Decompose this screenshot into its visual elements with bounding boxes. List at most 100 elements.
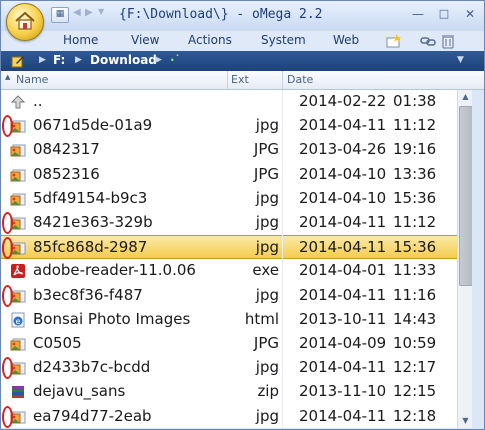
annotation-mark	[2, 406, 13, 428]
app-menu-button[interactable]	[6, 3, 44, 41]
file-name: 5df49154-b9c3	[33, 189, 148, 207]
scroll-up-icon[interactable]: ▲	[458, 90, 473, 104]
image-file-icon	[10, 144, 26, 157]
file-ext: html	[244, 310, 279, 328]
column-header: ▲ Name Ext Date	[1, 71, 484, 90]
column-date[interactable]: Date	[287, 73, 313, 86]
file-date: 2014-04-11	[299, 286, 387, 304]
file-date: 2014-04-11	[299, 407, 387, 425]
file-ext: jpg	[255, 189, 279, 207]
file-name: 85fc868d-2987	[33, 238, 148, 256]
column-name[interactable]: Name	[16, 73, 48, 86]
file-name: Bonsai Photo Images	[33, 310, 191, 328]
address-dropdown-icon[interactable]: ▼	[457, 55, 464, 65]
file-row[interactable]: adobe-reader-11.0.06 exe 2014-04-01 11:33	[1, 259, 457, 283]
file-date: 2014-04-10	[299, 189, 387, 207]
image-file-icon	[10, 338, 26, 351]
file-row[interactable]: 8421e363-329b jpg 2014-04-11 11:12	[1, 211, 457, 235]
file-row[interactable]: 0842317 JPG 2013-04-26 19:16	[1, 138, 457, 162]
file-row[interactable]: .. 2014-02-22 01:38	[1, 90, 457, 114]
file-row[interactable]: b3ec8f36-f487 jpg 2014-04-11 11:16	[1, 284, 457, 308]
grid-icon[interactable]: ▦	[51, 7, 69, 23]
column-ext[interactable]: Ext	[231, 73, 249, 86]
quick-access-dropdown-icon[interactable]: ▼	[98, 7, 104, 16]
file-date: 2014-04-09	[299, 334, 387, 352]
file-ext: JPG	[253, 334, 279, 352]
breadcrumb-arrow-icon[interactable]: ▶	[39, 55, 46, 65]
archive-file-icon	[12, 386, 24, 398]
side-panel	[472, 90, 484, 428]
file-ext: JPG	[253, 165, 279, 183]
close-button[interactable]: ✕	[462, 8, 478, 22]
minimize-button[interactable]: —	[410, 8, 426, 22]
file-date: 2013-10-11	[299, 310, 387, 328]
sort-indicator-icon: ▲	[5, 73, 11, 81]
file-name: 0671d5de-01a9	[33, 116, 153, 134]
file-date: 2014-04-01	[299, 261, 387, 279]
file-time: 14:43	[393, 310, 437, 328]
link-icon[interactable]	[419, 32, 437, 50]
menu-actions[interactable]: Actions	[188, 33, 232, 47]
window-title: {F:\Download\} - oMega 2.2	[119, 7, 323, 22]
file-date: 2014-02-22	[299, 92, 387, 110]
file-name: C0505	[33, 334, 82, 352]
annotation-mark	[2, 212, 13, 234]
address-bar: ▶ F: ▶ Download ▶ ·˙ ▼	[1, 51, 484, 71]
file-time: 12:15	[393, 382, 437, 400]
maximize-button[interactable]: □	[436, 8, 452, 22]
file-row[interactable]: ea794d77-2eab jpg 2014-04-11 12:18	[1, 405, 457, 428]
file-ext: exe	[252, 261, 279, 279]
annotation-mark	[2, 357, 13, 379]
app-window: ▦ ◀ ▶ ▼ {F:\Download\} - oMega 2.2 — □ ✕…	[0, 0, 485, 430]
file-list: .. 2014-02-22 01:38 0671d5de-01a9 jpg 2014-04…	[1, 90, 457, 428]
menu-web[interactable]: Web	[333, 33, 359, 47]
file-row[interactable]: 85fc868d-2987 jpg 2014-04-11 15:36	[1, 235, 457, 259]
file-name: 0842317	[33, 140, 100, 158]
annotation-mark	[2, 285, 13, 307]
new-window-icon[interactable]	[385, 32, 403, 50]
file-time: 11:12	[393, 116, 437, 134]
file-ext: JPG	[253, 140, 279, 158]
file-name: adobe-reader-11.0.06	[33, 261, 196, 279]
file-time: 13:36	[393, 165, 437, 183]
file-time: 12:17	[393, 358, 437, 376]
file-name: ..	[33, 92, 43, 110]
html-file-icon: e	[11, 312, 25, 328]
breadcrumb-arrow-icon[interactable]: ▶	[155, 55, 162, 65]
file-time: 12:18	[393, 407, 437, 425]
svg-text:e: e	[16, 317, 21, 326]
file-row[interactable]: C0505 JPG 2014-04-09 10:59	[1, 332, 457, 356]
breadcrumb-arrow-icon[interactable]: ▶	[75, 55, 82, 65]
annotation-mark	[2, 115, 13, 137]
scroll-thumb[interactable]	[459, 106, 473, 286]
file-date: 2013-11-10	[299, 382, 387, 400]
file-date: 2014-04-11	[299, 358, 387, 376]
pdf-app-icon	[11, 264, 25, 278]
file-row[interactable]: dejavu_sans zip 2013-11-10 12:15	[1, 380, 457, 404]
file-row[interactable]: 0671d5de-01a9 jpg 2014-04-11 11:12	[1, 114, 457, 138]
menu-system[interactable]: System	[261, 33, 306, 47]
file-row[interactable]: d2433b7c-bcdd jpg 2014-04-11 12:17	[1, 356, 457, 380]
file-date: 2013-04-26	[299, 140, 387, 158]
forward-arrow-icon[interactable]: ▶	[85, 7, 93, 18]
breadcrumb-extra[interactable]: ·˙	[170, 53, 181, 67]
file-row[interactable]: 5df49154-b9c3 jpg 2014-04-10 15:36	[1, 187, 457, 211]
menu-view[interactable]: View	[131, 33, 159, 47]
menu-home[interactable]: Home	[63, 33, 98, 47]
scroll-down-icon[interactable]: ▼	[458, 414, 473, 428]
file-date: 2014-04-11	[299, 213, 387, 231]
file-time: 11:33	[393, 261, 437, 279]
breadcrumb-folder[interactable]: Download	[90, 53, 157, 67]
trash-icon[interactable]	[439, 32, 457, 50]
file-ext: jpg	[255, 407, 279, 425]
breadcrumb-drive[interactable]: F:	[53, 53, 65, 67]
file-row[interactable]: 0852316 JPG 2014-04-10 13:36	[1, 163, 457, 187]
vertical-scrollbar[interactable]: ▲ ▼	[457, 90, 473, 428]
file-row[interactable]: e Bonsai Photo Images html 2013-10-11 14:43	[1, 308, 457, 332]
file-ext: zip	[257, 382, 279, 400]
back-arrow-icon[interactable]: ◀	[73, 7, 81, 18]
edit-path-icon[interactable]	[11, 54, 25, 68]
file-ext: jpg	[255, 116, 279, 134]
title-bar: ▦ ◀ ▶ ▼ {F:\Download\} - oMega 2.2 — □ ✕	[1, 1, 484, 31]
file-time: 11:16	[393, 286, 437, 304]
